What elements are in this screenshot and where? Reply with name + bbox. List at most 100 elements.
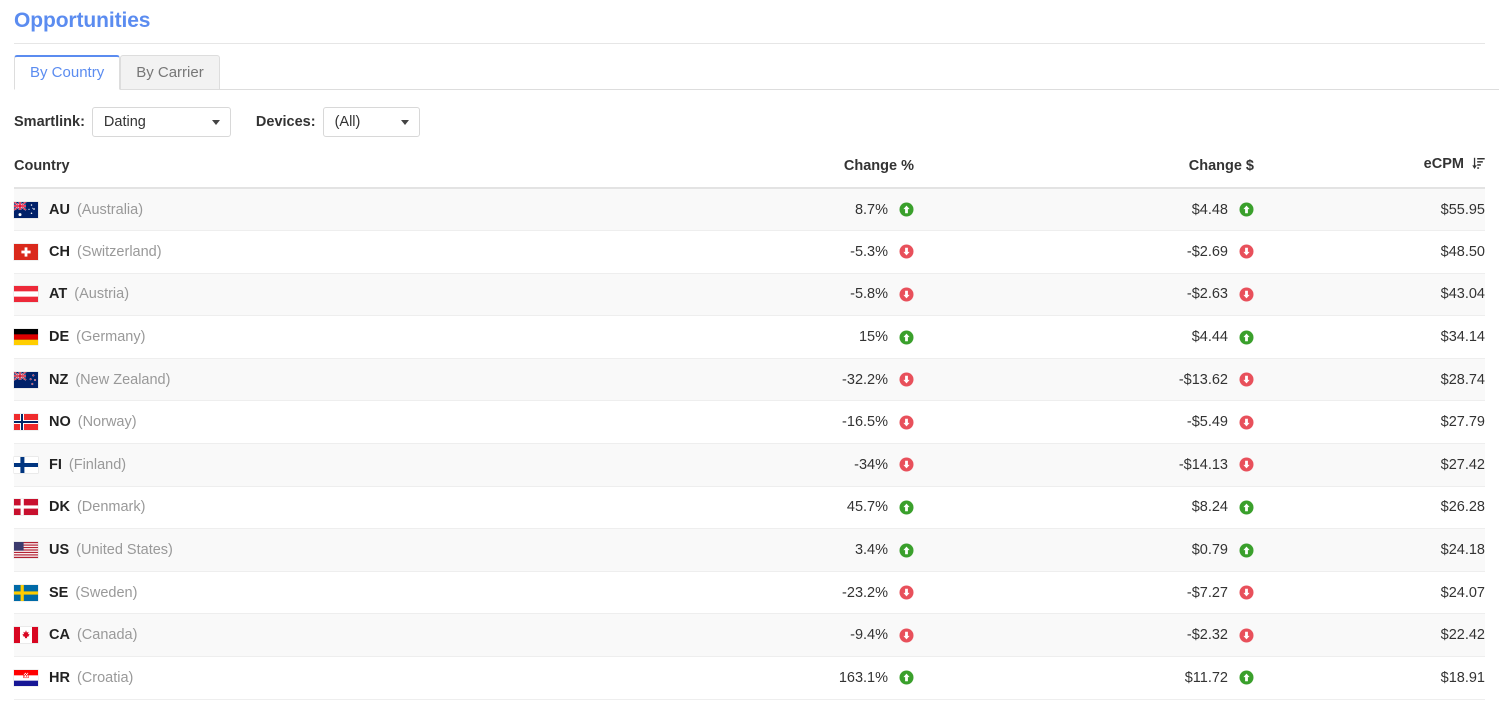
flag-icon-fi (14, 456, 38, 473)
ecpm-value: $26.28 (1440, 499, 1485, 516)
cell-change-usd: $4.48 (914, 188, 1254, 232)
change-pct-value: -5.8% (850, 286, 888, 303)
cell-country: DE (Germany) (14, 315, 574, 359)
trend-down-icon (1239, 415, 1254, 430)
cell-change-pct: -9.4% (574, 613, 914, 658)
table-header: Country Change % Change $ eCPM (14, 150, 1485, 189)
ecpm-value: $34.14 (1440, 329, 1485, 346)
trend-up-icon (1239, 500, 1254, 515)
cell-change-pct: -16.5% (574, 400, 914, 445)
country-code: NZ (49, 371, 69, 388)
cell-ecpm: $28.74 (1254, 358, 1485, 402)
table-row[interactable]: SE (Sweden) -23.2% -$7.27 $24.07 (14, 571, 1485, 615)
country-code: NO (49, 414, 71, 431)
table-row[interactable]: HR (Croatia) 163.1% $11.72 $18.91 (14, 656, 1485, 700)
smartlink-label: Smartlink: (14, 114, 85, 130)
country-code: DK (49, 499, 70, 516)
table-row[interactable]: CA (Canada) -9.4% -$2.32 $22.42 (14, 613, 1485, 658)
cell-ecpm: $43.04 (1254, 273, 1485, 317)
change-usd-value: -$5.49 (1186, 414, 1228, 431)
cell-change-usd: -$2.63 (914, 273, 1254, 317)
change-pct-value: -32.2% (842, 371, 888, 388)
trend-up-icon (1239, 543, 1254, 558)
table-row[interactable]: FI (Finland) -34% -$14.13 $27.42 (14, 443, 1485, 487)
smartlink-select[interactable]: Dating (91, 107, 231, 137)
cell-change-pct: 163.1% (574, 656, 914, 700)
cell-country: CA (Canada) (14, 613, 574, 658)
tab-bar: By Country By Carrier (14, 55, 1499, 90)
country-name: (Finland) (68, 456, 127, 473)
ecpm-value: $22.42 (1440, 627, 1485, 644)
table-row[interactable]: AT (Austria) -5.8% -$2.63 $43.04 (14, 273, 1485, 317)
trend-down-icon (1239, 287, 1254, 302)
cell-change-usd: $8.24 (914, 486, 1254, 530)
change-usd-value: -$14.13 (1178, 456, 1228, 473)
chevron-down-icon (211, 119, 220, 125)
country-name: (Canada) (76, 627, 138, 644)
column-header-change-usd[interactable]: Change $ (914, 150, 1254, 189)
change-pct-value: -5.3% (850, 243, 888, 260)
country-code: US (49, 542, 70, 559)
table-row[interactable]: CH (Switzerland) -5.3% -$2.69 $48.50 (14, 230, 1485, 274)
page-title: Opportunities (14, 9, 151, 32)
smartlink-select-value: Dating (103, 114, 146, 130)
ecpm-value: $48.50 (1440, 243, 1485, 260)
table-row[interactable]: DE (Germany) 15% $4.44 $34.14 (14, 315, 1485, 359)
tab-by-carrier-label: By Carrier (136, 64, 204, 81)
change-usd-value: -$7.27 (1186, 584, 1228, 601)
cell-country: DK (Denmark) (14, 486, 574, 530)
flag-icon-ca (14, 627, 38, 644)
change-usd-value: -$2.69 (1186, 243, 1228, 260)
cell-change-usd: -$5.49 (914, 400, 1254, 445)
country-code: SE (49, 584, 69, 601)
table-row[interactable]: US (United States) 3.4% $0.79 $24.18 (14, 528, 1485, 572)
ecpm-value: $28.74 (1440, 371, 1485, 388)
trend-up-icon (1239, 670, 1254, 685)
ecpm-value: $27.42 (1440, 456, 1485, 473)
change-usd-value: -$2.32 (1186, 627, 1228, 644)
ecpm-value: $24.18 (1440, 542, 1485, 559)
cell-ecpm: $55.95 (1254, 188, 1485, 232)
trend-down-icon (899, 244, 914, 259)
tab-by-country[interactable]: By Country (14, 55, 121, 90)
ecpm-value: $24.07 (1440, 584, 1485, 601)
flag-icon-at (14, 286, 38, 303)
flag-icon-dk (14, 499, 38, 516)
country-code: CH (49, 243, 70, 260)
cell-ecpm: $34.14 (1254, 315, 1485, 359)
sort-amount-desc-icon[interactable] (1472, 157, 1485, 174)
devices-select[interactable]: (All) (322, 107, 420, 137)
country-code: HR (49, 669, 70, 686)
cell-ecpm: $27.42 (1254, 443, 1485, 487)
column-header-ecpm[interactable]: eCPM (1254, 150, 1485, 189)
column-header-change-pct-label: Change % (843, 158, 914, 174)
cell-change-usd: -$2.69 (914, 230, 1254, 274)
table-row[interactable]: NO (Norway) -16.5% -$5.49 $27.79 (14, 400, 1485, 445)
trend-down-icon (899, 457, 914, 472)
table-row[interactable]: NZ (New Zealand) -32.2% -$13.62 $28.74 (14, 358, 1485, 402)
cell-ecpm: $24.18 (1254, 528, 1485, 572)
country-name: (Germany) (76, 329, 146, 346)
country-name: (Switzerland) (76, 243, 162, 260)
cell-change-usd: -$13.62 (914, 358, 1254, 402)
change-usd-value: $0.79 (1191, 542, 1228, 559)
column-header-change-pct[interactable]: Change % (574, 150, 914, 189)
tab-by-carrier[interactable]: By Carrier (120, 55, 220, 90)
column-header-country[interactable]: Country (14, 150, 574, 189)
table-row[interactable]: DK (Denmark) 45.7% $8.24 $26.28 (14, 486, 1485, 530)
cell-country: AT (Austria) (14, 273, 574, 317)
trend-up-icon (899, 543, 914, 558)
cell-change-pct: -23.2% (574, 571, 914, 615)
change-usd-value: $4.44 (1191, 329, 1228, 346)
cell-ecpm: $48.50 (1254, 230, 1485, 274)
table-row[interactable]: AU (Australia) 8.7% $4.48 $55.95 (14, 188, 1485, 232)
cell-ecpm: $26.28 (1254, 486, 1485, 530)
country-name: (New Zealand) (75, 371, 171, 388)
cell-country: CH (Switzerland) (14, 230, 574, 274)
column-header-change-usd-label: Change $ (1188, 158, 1254, 174)
devices-select-value: (All) (334, 114, 361, 130)
cell-change-pct: -32.2% (574, 358, 914, 402)
chevron-down-icon (400, 119, 409, 125)
table-body: AU (Australia) 8.7% $4.48 $55.95 CH (Swi… (14, 188, 1485, 700)
ecpm-value: $18.91 (1440, 669, 1485, 686)
